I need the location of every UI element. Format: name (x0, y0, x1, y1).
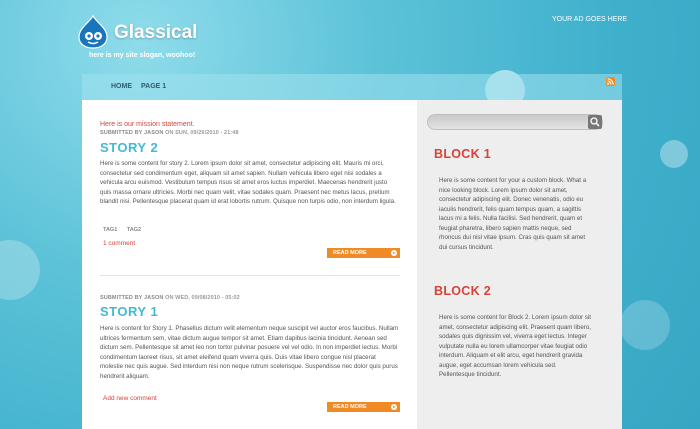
nav-item-home[interactable]: HOME (111, 83, 132, 90)
post-author: SUBMITTED BY JASON (100, 130, 164, 136)
post-author: SUBMITTED BY JASON (100, 295, 164, 301)
tag-link[interactable]: TAG2 (127, 227, 141, 233)
block-title: BLOCK 2 (434, 284, 491, 298)
block-title: BLOCK 1 (434, 147, 491, 161)
post-date: ON SUN, 09/26/2010 - 21:48 (165, 130, 239, 136)
read-more-label: READ MORE (333, 250, 367, 256)
sidebar: BLOCK 1 Here is some content for your a … (417, 100, 622, 429)
site-header: Glassical here is my site slogan, woohoo… (0, 0, 700, 70)
main-content: Here is our mission statement. SUBMITTED… (82, 100, 417, 429)
post-title[interactable]: STORY 1 (100, 304, 158, 319)
post-submitted-info: SUBMITTED BY JASON ON SUN, 09/26/2010 - … (100, 130, 239, 136)
read-more-button[interactable]: READ MORE (327, 402, 400, 412)
nav-item-page-1[interactable]: PAGE 1 (141, 83, 166, 90)
primary-nav: HOME PAGE 1 (82, 74, 622, 100)
post-submitted-info: SUBMITTED BY JASON ON WED, 09/08/2010 - … (100, 295, 240, 301)
comment-link[interactable]: 1 comment (103, 240, 135, 247)
arrow-right-icon (391, 404, 397, 410)
add-comment-link[interactable]: Add new comment (103, 395, 157, 402)
post-divider (100, 275, 400, 276)
ad-banner[interactable]: YOUR AD GOES HERE (552, 16, 627, 23)
post-title[interactable]: STORY 2 (100, 140, 158, 155)
search-input[interactable] (427, 114, 603, 130)
post-body: Here is content for Story 1. Phasellus d… (100, 325, 399, 380)
site-slogan: here is my site slogan, woohoo! (89, 52, 196, 59)
arrow-right-icon (391, 250, 397, 256)
site-name[interactable]: Glassical (114, 22, 197, 44)
background-bokeh (0, 240, 40, 300)
post-date: ON WED, 09/08/2010 - 05:02 (165, 295, 240, 301)
block-body: Here is some content for Block 2. Lorem … (439, 314, 592, 378)
read-more-button[interactable]: READ MORE (327, 248, 400, 258)
search-icon[interactable] (588, 115, 602, 129)
post-tags: TAG1 TAG2 (103, 227, 149, 233)
block-body: Here is some content for your a custom b… (439, 177, 587, 251)
mission-statement: Here is our mission statement. (100, 121, 195, 128)
rss-feed-icon[interactable] (606, 77, 615, 86)
background-bokeh (620, 300, 670, 350)
read-more-label: READ MORE (333, 404, 367, 410)
tag-link[interactable]: TAG1 (103, 227, 117, 233)
background-bokeh (660, 140, 688, 168)
drupal-drop-icon[interactable] (77, 14, 109, 49)
post-body: Here is some content for story 2. Lorem … (100, 160, 396, 206)
